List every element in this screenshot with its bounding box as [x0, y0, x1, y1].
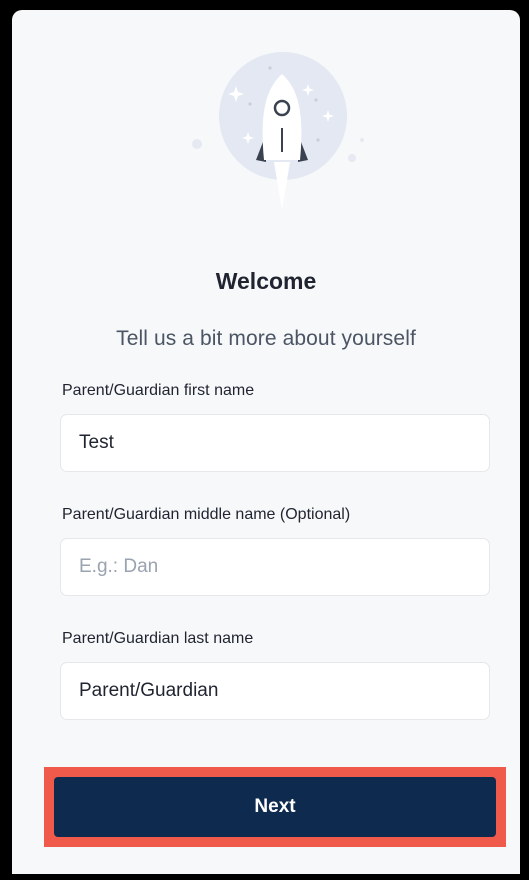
middle-name-input[interactable]	[60, 538, 490, 596]
rocket-icon	[192, 52, 364, 210]
onboarding-card: Welcome Tell us a bit more about yoursel…	[12, 10, 520, 874]
last-name-label: Parent/Guardian last name	[62, 630, 254, 647]
next-button-highlight: Next	[44, 767, 506, 847]
page-title: Welcome	[215, 268, 317, 294]
screenshot-frame: Welcome Tell us a bit more about yoursel…	[0, 0, 529, 880]
hero-illustration	[12, 10, 520, 240]
middle-name-label: Parent/Guardian middle name (Optional)	[62, 506, 351, 523]
last-name-input[interactable]	[60, 662, 490, 720]
first-name-label: Parent/Guardian first name	[62, 382, 255, 399]
first-name-input[interactable]	[60, 414, 490, 472]
next-button[interactable]: Next	[54, 777, 496, 837]
page-subtitle: Tell us a bit more about yourself	[116, 327, 416, 350]
